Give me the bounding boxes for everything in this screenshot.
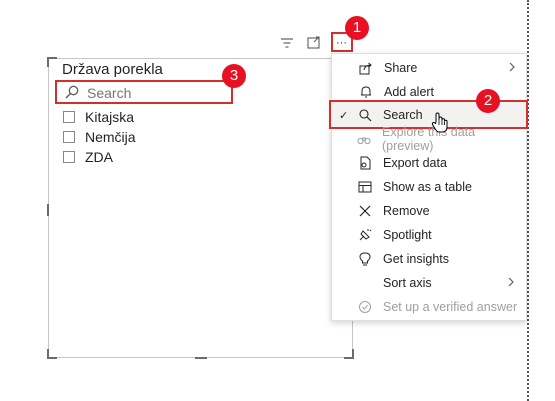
canvas-divider	[527, 0, 529, 401]
search-input[interactable]	[87, 85, 227, 101]
menu-item-label: Export data	[383, 156, 447, 170]
annotation-badge-1: 1	[345, 16, 369, 40]
menu-item-share[interactable]: Share	[332, 56, 526, 80]
checkbox[interactable]	[63, 151, 75, 163]
verified-icon	[359, 301, 371, 313]
resize-handle[interactable]	[47, 57, 57, 67]
list-item[interactable]: Kitajska	[63, 107, 136, 127]
menu-item-explore: Explore this data (preview)	[331, 125, 525, 153]
checkbox[interactable]	[63, 111, 75, 123]
list-item[interactable]: Nemčija	[63, 127, 136, 147]
resize-handle[interactable]	[47, 349, 57, 359]
chevron-right-icon	[508, 277, 514, 287]
menu-item-label: Set up a verified answer	[383, 300, 518, 314]
menu-item-remove[interactable]: Remove	[331, 199, 525, 223]
filter-icon[interactable]	[279, 36, 295, 50]
slicer-title: Država porekla	[62, 61, 163, 78]
checkmark-icon: ✓	[339, 109, 349, 122]
hand-cursor-icon	[431, 112, 448, 133]
focus-mode-icon[interactable]	[306, 36, 322, 50]
menu-item-export-data[interactable]: Export data	[331, 151, 525, 175]
menu-item-label: Show as a table	[383, 180, 472, 194]
spotlight-icon	[359, 229, 372, 241]
slicer-list: Kitajska Nemčija ZDA	[63, 107, 136, 167]
menu-item-verified-answer: Set up a verified answer	[331, 295, 525, 319]
menu-item-show-as-table[interactable]: Show as a table	[331, 175, 525, 199]
list-item[interactable]: ZDA	[63, 147, 136, 167]
annotation-badge-3: 3	[222, 64, 246, 88]
list-item-label: Nemčija	[85, 129, 136, 145]
menu-item-get-insights[interactable]: Get insights	[331, 247, 525, 271]
menu-item-spotlight[interactable]: Spotlight	[331, 223, 525, 247]
menu-item-label: Get insights	[383, 252, 450, 266]
search-icon	[359, 109, 372, 122]
menu-item-label: Explore this data (preview)	[382, 125, 476, 153]
close-icon	[359, 205, 371, 217]
menu-item-sort-axis[interactable]: Sort axis	[331, 271, 525, 295]
resize-handle[interactable]	[195, 357, 207, 359]
chevron-right-icon	[509, 62, 515, 72]
binoculars-icon	[357, 137, 371, 145]
menu-item-label: Add alert	[384, 85, 435, 99]
lightbulb-icon	[359, 252, 371, 266]
list-item-label: Kitajska	[85, 109, 135, 125]
share-icon	[359, 62, 372, 74]
resize-handle[interactable]	[47, 204, 49, 216]
menu-item-label: Search	[383, 108, 423, 122]
menu-item-label: Share	[384, 61, 418, 75]
resize-handle[interactable]	[344, 349, 354, 359]
bell-icon	[361, 86, 371, 98]
list-item-label: ZDA	[85, 149, 113, 165]
menu-item-label: Sort axis	[383, 276, 432, 290]
context-menu-lower: Explore this data (preview) Export data …	[331, 125, 527, 321]
slicer-search-box[interactable]	[55, 80, 233, 104]
menu-item-label: Remove	[383, 204, 430, 218]
search-icon	[65, 85, 79, 99]
table-icon	[358, 181, 372, 193]
annotation-badge-2: 2	[476, 89, 500, 113]
more-options-icon: ···	[336, 37, 347, 49]
export-icon	[360, 156, 371, 170]
checkbox[interactable]	[63, 131, 75, 143]
menu-item-label: Spotlight	[383, 228, 432, 242]
